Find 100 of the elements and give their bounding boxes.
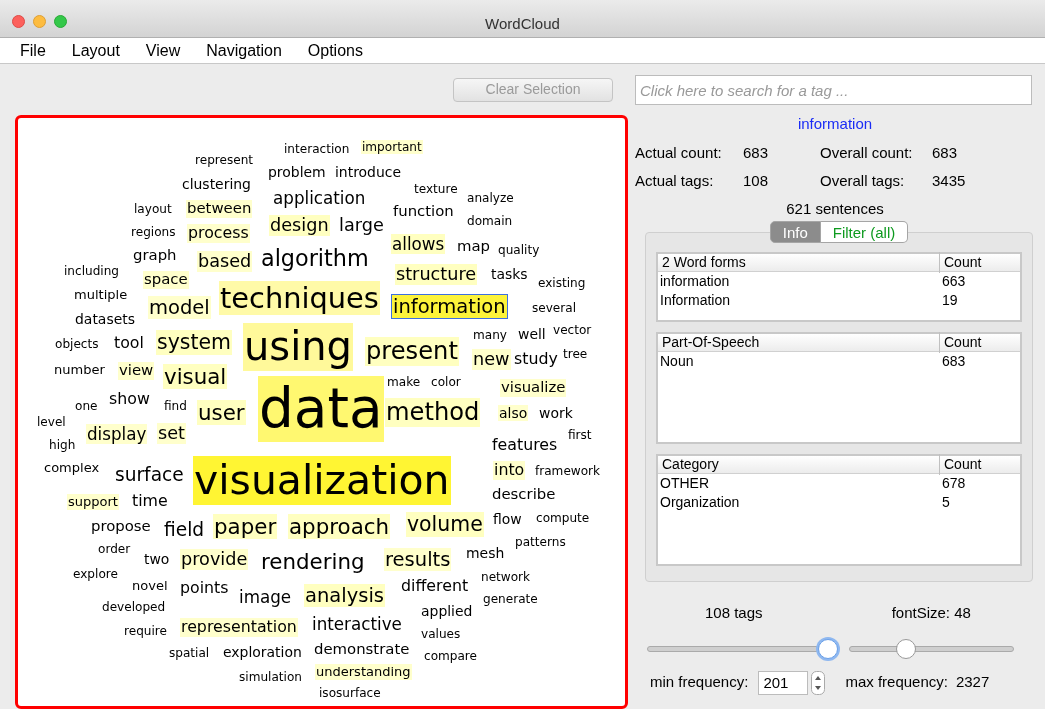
slider-thumb[interactable] — [895, 638, 916, 659]
word-cloud-tag[interactable]: make — [386, 374, 422, 390]
word-cloud-tag[interactable]: surface — [114, 463, 185, 486]
word-cloud-tag[interactable]: one — [74, 398, 99, 414]
word-cloud-tag[interactable]: developed — [101, 599, 167, 615]
word-cloud-tag[interactable]: graph — [132, 247, 178, 265]
word-cloud-tag[interactable]: generate — [482, 591, 539, 607]
word-cloud-tag[interactable]: high — [48, 437, 77, 453]
column-header[interactable]: Part-Of-Speech — [658, 332, 940, 353]
word-cloud-tag[interactable]: multiple — [73, 287, 129, 303]
word-cloud-tag[interactable]: important — [361, 139, 423, 155]
word-cloud-tag[interactable]: compare — [423, 648, 478, 664]
menu-item[interactable]: View — [145, 38, 181, 63]
word-cloud-tag[interactable]: order — [97, 541, 132, 557]
word-cloud-tag[interactable]: analysis — [304, 583, 385, 608]
word-cloud-tag[interactable]: visualization — [193, 455, 451, 505]
word-cloud-tag[interactable]: volume — [406, 512, 484, 537]
word-cloud-tag[interactable]: new — [472, 349, 511, 371]
word-cloud-tag[interactable]: network — [480, 569, 532, 585]
word-cloud-tag[interactable]: system — [156, 330, 232, 355]
word-cloud-tag[interactable]: analyze — [466, 190, 515, 206]
word-cloud-tag[interactable]: domain — [466, 213, 514, 229]
column-header[interactable]: Count — [940, 252, 1020, 273]
word-cloud-tag[interactable]: image — [238, 586, 293, 607]
word-cloud-tag[interactable]: user — [197, 399, 246, 426]
word-cloud-tag[interactable]: texture — [413, 181, 459, 197]
word-cloud-tag[interactable]: results — [384, 547, 452, 572]
column-header[interactable]: Category — [658, 454, 940, 475]
word-cloud-tag[interactable]: tool — [113, 334, 145, 354]
word-cloud-tag[interactable]: represent — [194, 152, 255, 168]
word-cloud-tag[interactable]: between — [186, 200, 253, 218]
word-cloud-tag[interactable]: interaction — [283, 141, 351, 157]
word-cloud-tag[interactable]: patterns — [514, 534, 567, 550]
zoom-button[interactable] — [54, 15, 67, 28]
word-cloud-tag[interactable]: show — [108, 390, 151, 410]
word-cloud-tag[interactable]: information — [392, 294, 507, 319]
menu-item[interactable]: Layout — [71, 38, 120, 63]
word-cloud-tag[interactable]: existing — [537, 275, 587, 291]
word-cloud-tag[interactable]: exploration — [222, 643, 303, 661]
word-cloud-tag[interactable]: support — [67, 494, 119, 510]
word-cloud-tag[interactable]: present — [365, 336, 459, 366]
word-cloud-tag[interactable]: model — [148, 295, 211, 320]
word-cloud-tag[interactable]: number — [53, 362, 106, 378]
slider-thumb[interactable] — [817, 638, 838, 659]
word-cloud-tag[interactable]: large — [338, 215, 385, 237]
word-cloud-tag[interactable]: process — [187, 224, 250, 244]
word-cloud-tag[interactable]: layout — [133, 201, 173, 217]
word-cloud-tag[interactable]: complex — [43, 460, 101, 476]
word-cloud-tag[interactable]: novel — [131, 578, 169, 594]
word-cloud-tag[interactable]: require — [123, 623, 168, 639]
word-cloud-tag[interactable]: map — [456, 238, 492, 256]
word-cloud-tag[interactable]: compute — [535, 510, 591, 526]
word-cloud-tag[interactable]: visual — [163, 363, 228, 390]
menu-item[interactable]: Options — [307, 38, 363, 63]
word-cloud-tag[interactable]: explore — [72, 566, 119, 582]
word-cloud-tag[interactable]: objects — [54, 336, 100, 352]
tab[interactable]: Filter (all) — [820, 221, 909, 243]
word-cloud-tag[interactable]: field — [163, 518, 206, 541]
stepper-icon[interactable] — [811, 670, 826, 695]
word-cloud-tag[interactable]: rendering — [260, 548, 366, 575]
word-cloud-tag[interactable]: tasks — [490, 265, 529, 283]
word-cloud-tag[interactable]: design — [269, 215, 330, 237]
word-cloud-tag[interactable]: several — [531, 300, 578, 316]
word-cloud-tag[interactable]: mesh — [465, 544, 506, 562]
word-cloud-tag[interactable]: first — [567, 427, 593, 443]
word-cloud-tag[interactable]: points — [179, 579, 230, 599]
word-cloud-tag[interactable]: find — [163, 398, 188, 414]
word-cloud-tag[interactable]: different — [400, 577, 470, 597]
word-cloud-tag[interactable]: features — [491, 436, 559, 456]
word-cloud-tag[interactable]: allows — [391, 233, 446, 254]
word-cloud-tag[interactable]: also — [498, 404, 529, 422]
word-cloud-tag[interactable]: structure — [395, 264, 478, 286]
word-cloud-tag[interactable]: understanding — [315, 664, 412, 680]
column-header[interactable]: 2 Word forms — [658, 252, 940, 273]
search-field[interactable]: Click here to search for a tag ... — [635, 75, 1032, 105]
column-header[interactable]: Count — [940, 332, 1020, 353]
word-cloud-tag[interactable]: regions — [130, 224, 177, 240]
word-cloud-tag[interactable]: paper — [213, 513, 278, 540]
word-cloud-tag[interactable]: application — [272, 187, 367, 208]
word-cloud-tag[interactable]: visualize — [500, 379, 567, 397]
close-button[interactable] — [12, 15, 25, 28]
word-cloud-tag[interactable]: demonstrate — [313, 641, 411, 659]
menu-item[interactable]: File — [20, 38, 46, 63]
word-cloud-tag[interactable]: provide — [180, 549, 249, 571]
word-cloud-tag[interactable]: values — [420, 626, 462, 642]
min-frequency-field[interactable]: 201 — [758, 670, 809, 695]
word-cloud-tag[interactable]: applied — [420, 602, 474, 620]
column-header[interactable]: Count — [940, 454, 1020, 475]
word-cloud-tag[interactable]: view — [118, 362, 155, 380]
word-cloud-tag[interactable]: set — [157, 423, 186, 445]
word-cloud-tag[interactable]: interactive — [311, 613, 403, 634]
word-cloud-tag[interactable]: time — [131, 492, 169, 512]
word-cloud-tag[interactable]: spatial — [168, 645, 211, 661]
word-cloud-tag[interactable]: display — [86, 423, 148, 444]
word-cloud-tag[interactable]: representation — [180, 618, 298, 638]
word-cloud-tag[interactable]: quality — [497, 242, 541, 258]
word-cloud-tag[interactable]: framework — [534, 463, 602, 479]
word-cloud-tag[interactable]: vector — [552, 322, 593, 338]
word-cloud-tag[interactable]: problem — [267, 163, 327, 181]
word-cloud-tag[interactable]: datasets — [74, 310, 136, 328]
